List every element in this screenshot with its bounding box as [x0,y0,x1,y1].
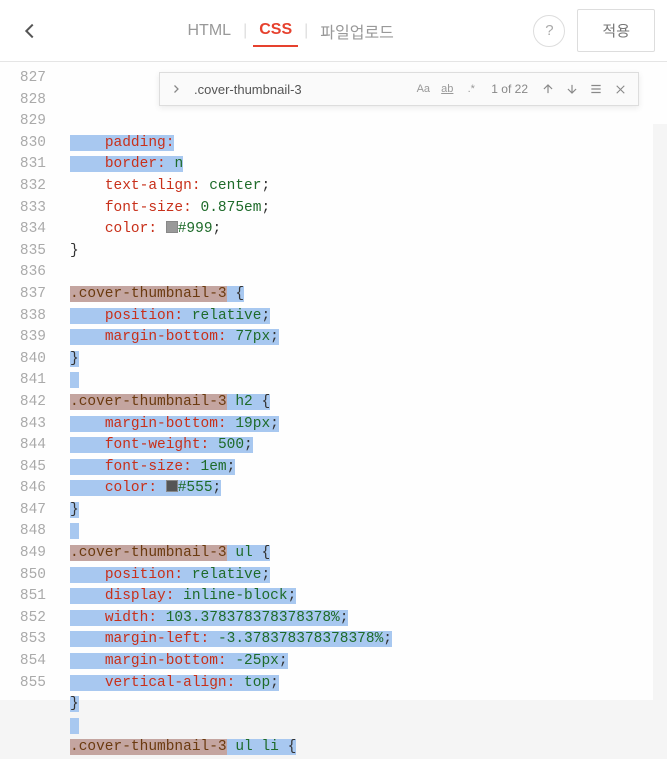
back-button[interactable] [12,13,48,49]
find-close[interactable] [609,78,631,100]
header: HTML|CSS|파일업로드 ? 적용 [0,0,667,62]
tab-css[interactable]: CSS [253,15,298,47]
editor: Aa ab .* 1 of 22 82782882983083183283383… [0,62,667,700]
find-next[interactable] [561,78,583,100]
find-whole-word[interactable]: ab [436,78,458,100]
find-prev[interactable] [537,78,559,100]
line-gutter: 8278288298308318328338348358368378388398… [0,62,60,700]
find-in-selection[interactable] [585,78,607,100]
code-area[interactable]: 8278288298308318328338348358368378388398… [0,62,667,700]
apply-button[interactable]: 적용 [577,9,655,52]
tab-html[interactable]: HTML [182,16,238,46]
find-input[interactable] [190,80,411,99]
find-match-case[interactable]: Aa [412,78,434,100]
find-toggle-replace[interactable] [166,79,186,99]
scrollbar[interactable] [653,124,667,700]
help-button[interactable]: ? [533,15,565,47]
code-content[interactable]: padding: border: n text-align: center; f… [60,62,667,700]
tab-파일업로드[interactable]: 파일업로드 [314,13,400,49]
find-bar: Aa ab .* 1 of 22 [159,72,639,106]
tabs: HTML|CSS|파일업로드 [48,13,533,49]
find-count: 1 of 22 [491,82,528,96]
find-regex[interactable]: .* [460,78,482,100]
